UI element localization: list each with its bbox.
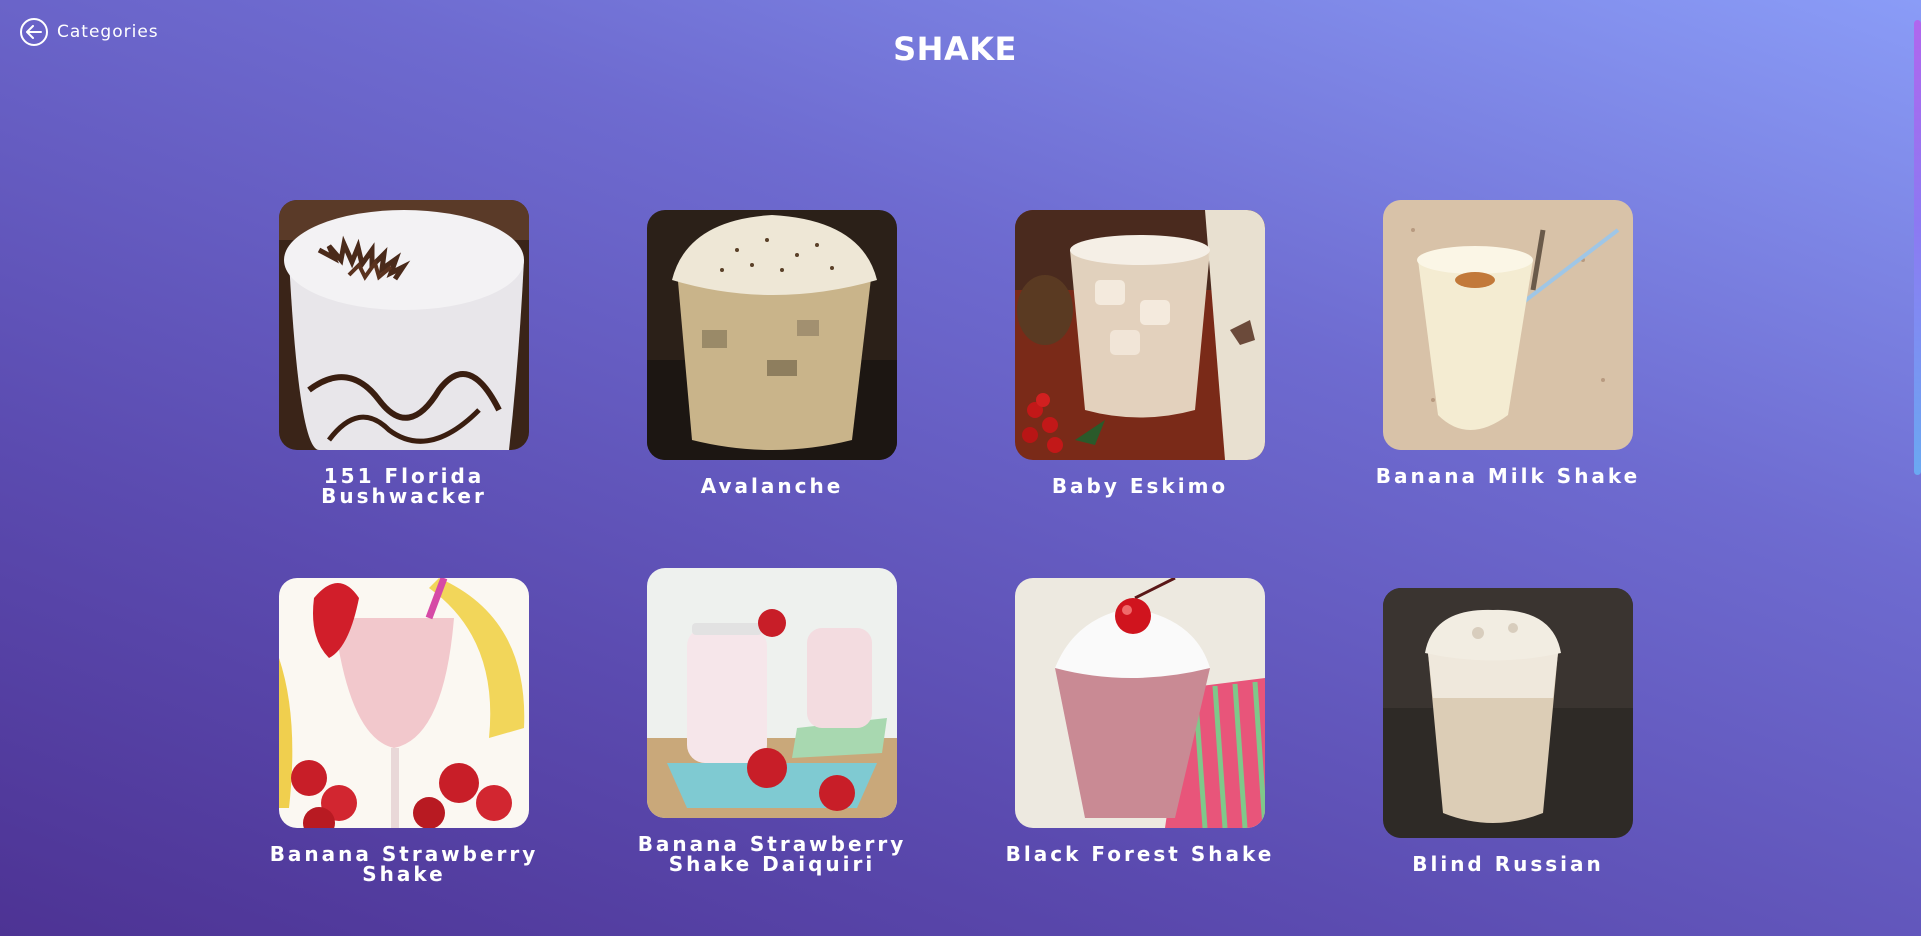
page-title: SHAKE [893,30,1017,68]
drink-name: Blind Russian [1412,852,1604,876]
drink-card-banana-milk-shake[interactable]: Banana Milk Shake [1376,200,1637,486]
drink-name: Banana Milk Shake [1375,464,1641,488]
drink-image [1383,200,1633,450]
drink-card-baby-eskimo[interactable]: Baby Eskimo [1015,210,1265,496]
drink-name: Banana Strawberry Shake [269,842,539,886]
drink-image [1015,210,1265,460]
drink-name: 151 Florida Bushwacker [321,464,487,508]
drink-name: Baby Eskimo [1051,474,1229,498]
drink-card-banana-strawberry-shake-daiquiri[interactable]: Banana Strawberry Shake Daiquiri [638,568,903,874]
drink-card-avalanche[interactable]: Avalanche [647,210,897,496]
drink-name: Black Forest Shake [1005,842,1275,866]
drink-image [1015,578,1265,828]
drink-card-blind-russian[interactable]: Blind Russian [1383,588,1633,874]
drink-image [647,210,897,460]
drink-image [1383,588,1633,838]
drink-name: Banana Strawberry Shake Daiquiri [637,832,907,876]
scrollbar-thumb[interactable] [1914,20,1921,475]
drink-card-banana-strawberry-shake[interactable]: Banana Strawberry Shake [270,578,535,884]
drink-image [279,578,529,828]
scrollbar[interactable] [1914,0,1921,936]
drink-card-black-forest-shake[interactable]: Black Forest Shake [1006,578,1271,864]
drink-card-151-florida-bushwacker[interactable]: 151 Florida Bushwacker [279,200,529,506]
drink-image [647,568,897,818]
drink-image [279,200,529,450]
drink-name: Avalanche [700,474,844,498]
